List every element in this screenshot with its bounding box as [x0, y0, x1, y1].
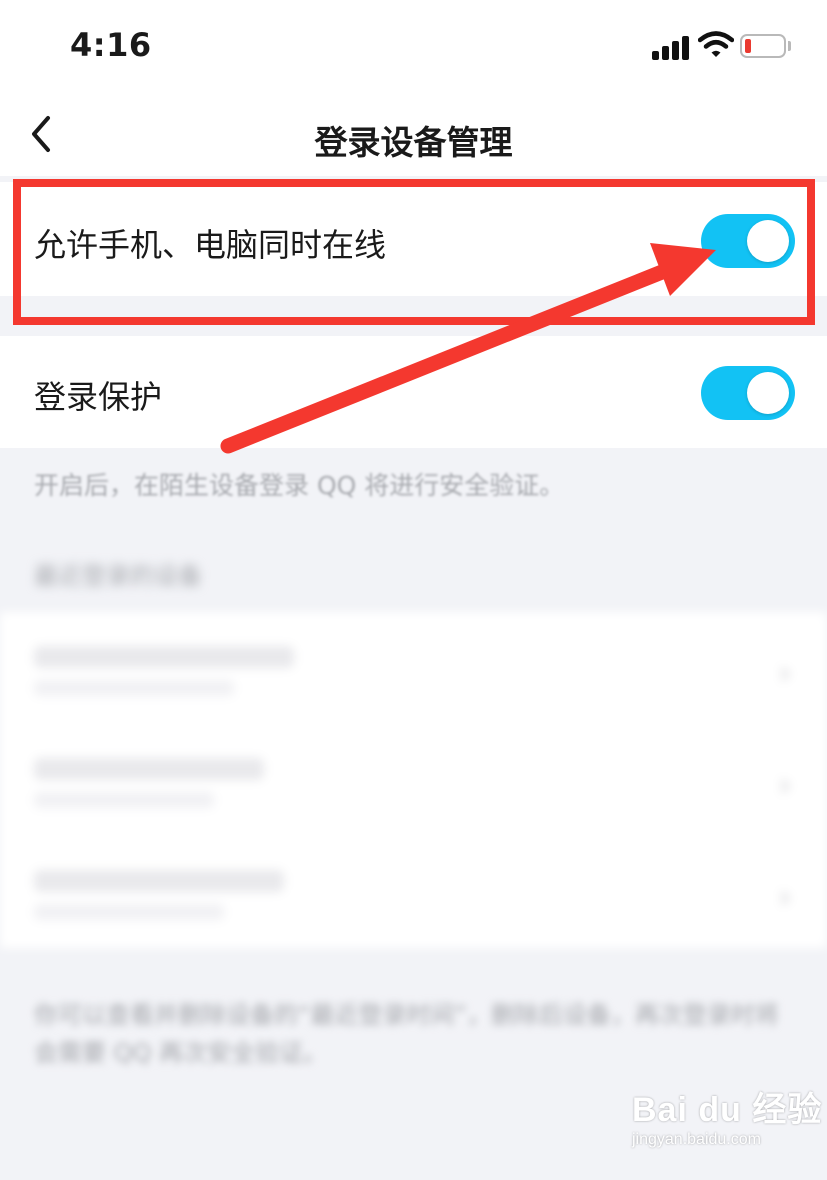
baidu-jingyan-watermark: Bai du 经验 jingyan.baidu.com [632, 1082, 822, 1149]
watermark-url: jingyan.baidu.com [632, 1131, 761, 1148]
watermark-logo: Bai du 经验 [632, 1091, 823, 1129]
annotation-arrow [220, 243, 716, 454]
